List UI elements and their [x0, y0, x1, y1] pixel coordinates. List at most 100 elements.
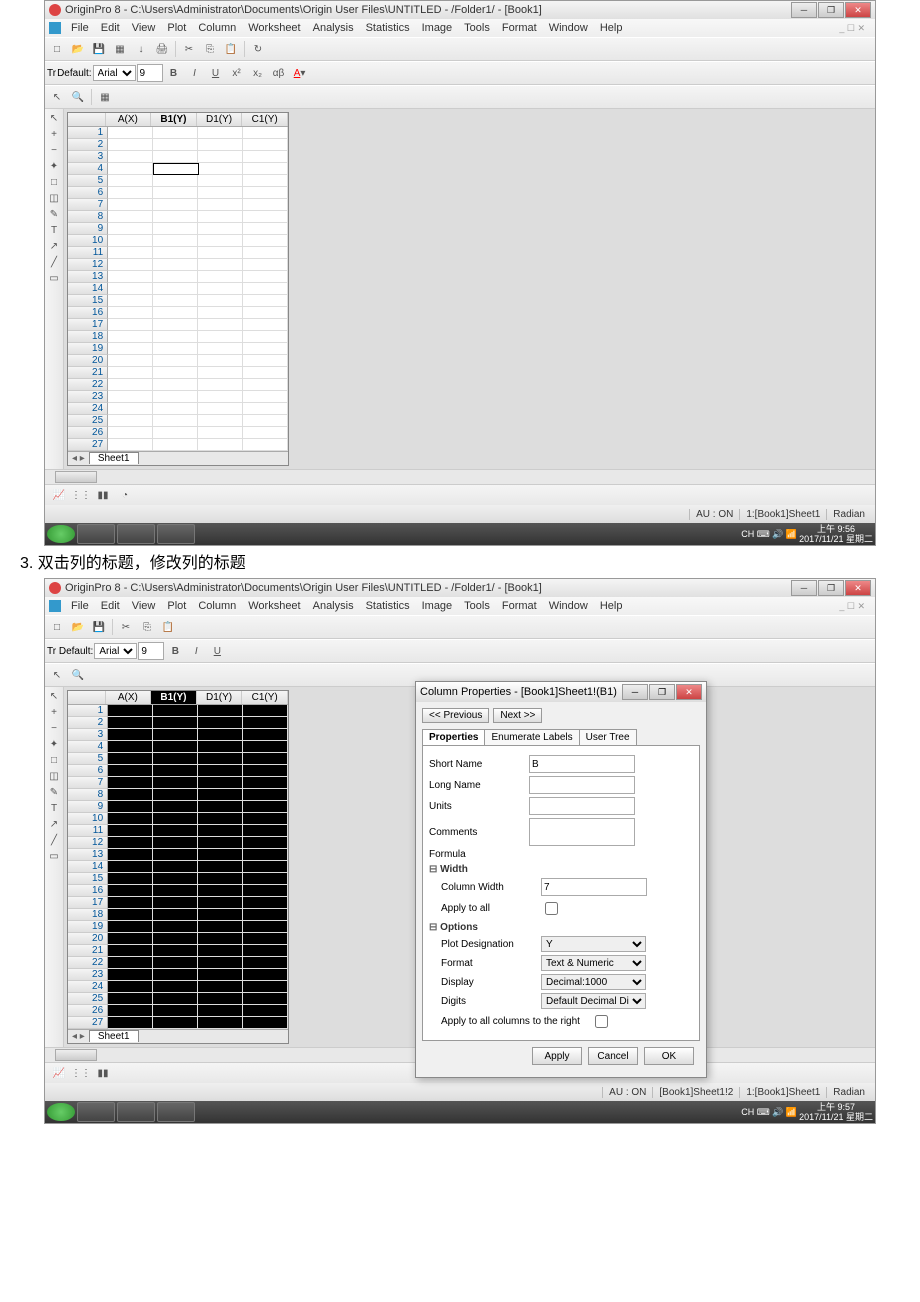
table-row[interactable]: 25	[68, 415, 288, 427]
menu-edit[interactable]: Edit	[95, 600, 126, 612]
bar-icon[interactable]: ▮▮	[93, 485, 113, 505]
maximize-button[interactable]: ❐	[818, 2, 844, 18]
table-row[interactable]: 10	[68, 235, 288, 247]
table-row[interactable]: 25	[68, 993, 288, 1005]
close-button[interactable]: ✕	[845, 580, 871, 596]
menu-statistics[interactable]: Statistics	[360, 22, 416, 34]
scatter-icon[interactable]: ⋮⋮	[71, 1063, 91, 1083]
tab-enumerate[interactable]: Enumerate Labels	[484, 729, 579, 745]
menu-view[interactable]: View	[126, 22, 162, 34]
table-row[interactable]: 27	[68, 1017, 288, 1029]
digits-select[interactable]: Default Decimal Digits	[541, 993, 646, 1009]
bold-icon[interactable]: B	[165, 641, 185, 661]
rect-icon[interactable]: ▭	[47, 271, 61, 285]
table-row[interactable]: 1	[68, 705, 288, 717]
clock[interactable]: 上午 9:572017/11/21 星期二	[799, 1102, 873, 1122]
menu-format[interactable]: Format	[496, 22, 543, 34]
table-row[interactable]: 26	[68, 1005, 288, 1017]
applyright-checkbox[interactable]	[595, 1015, 608, 1028]
pie-icon[interactable]: ◔	[115, 485, 135, 505]
zoomin-icon[interactable]: +	[47, 127, 61, 141]
table-row[interactable]: 12	[68, 837, 288, 849]
table-row[interactable]: 24	[68, 981, 288, 993]
task-word[interactable]	[117, 524, 155, 544]
table-row[interactable]: 18	[68, 331, 288, 343]
menu-statistics[interactable]: Statistics	[360, 600, 416, 612]
menu-image[interactable]: Image	[416, 600, 459, 612]
font-family-select[interactable]: Arial	[94, 643, 137, 659]
menu-tools[interactable]: Tools	[458, 22, 496, 34]
text-icon[interactable]: T	[47, 801, 61, 815]
table-row[interactable]: 19	[68, 921, 288, 933]
menu-analysis[interactable]: Analysis	[307, 600, 360, 612]
copy-icon[interactable]: ⎘	[137, 617, 157, 637]
line-plot-icon[interactable]: 📈	[49, 1063, 69, 1083]
mask-icon[interactable]: ◫	[47, 191, 61, 205]
menu-analysis[interactable]: Analysis	[307, 22, 360, 34]
table-row[interactable]: 9	[68, 801, 288, 813]
task-ie[interactable]	[77, 1102, 115, 1122]
import-icon[interactable]: ↓	[131, 39, 151, 59]
zoom-icon[interactable]: 🔍	[68, 87, 88, 107]
col-header-c[interactable]: C1(Y)	[242, 113, 288, 126]
format-select[interactable]: Text & Numeric	[541, 955, 646, 971]
maximize-button[interactable]: ❐	[818, 580, 844, 596]
font-family-select[interactable]: Arial	[93, 65, 136, 81]
arrow-icon[interactable]: ↖	[47, 87, 67, 107]
mask-icon[interactable]: ◫	[47, 769, 61, 783]
minimize-button[interactable]: ─	[791, 580, 817, 596]
table-row[interactable]: 5	[68, 753, 288, 765]
sheet-nav[interactable]: ◂ ▸	[68, 1031, 89, 1042]
short-name-input[interactable]	[529, 755, 635, 773]
table-row[interactable]: 15	[68, 295, 288, 307]
open-icon[interactable]: 📂	[68, 39, 88, 59]
underline-icon[interactable]: U	[207, 641, 227, 661]
underline-icon[interactable]: U	[206, 63, 226, 83]
table-row[interactable]: 11	[68, 825, 288, 837]
menu-column[interactable]: Column	[192, 600, 242, 612]
prev-button[interactable]: << Previous	[422, 708, 489, 723]
table-row[interactable]: 10	[68, 813, 288, 825]
pointer-icon[interactable]: ↖	[47, 111, 61, 125]
table-row[interactable]: 3	[68, 151, 288, 163]
start-button[interactable]	[47, 525, 75, 543]
rect-icon[interactable]: ▭	[47, 849, 61, 863]
font-size-input[interactable]	[137, 64, 163, 82]
task-origin[interactable]	[157, 1102, 195, 1122]
table-row[interactable]: 2	[68, 139, 288, 151]
menu-worksheet[interactable]: Worksheet	[242, 22, 306, 34]
zoom-icon[interactable]: 🔍	[68, 665, 88, 685]
open-icon[interactable]: 📂	[68, 617, 88, 637]
menu-worksheet[interactable]: Worksheet	[242, 600, 306, 612]
comments-input[interactable]	[529, 818, 635, 846]
reader-icon[interactable]: ✦	[47, 159, 61, 173]
table-row[interactable]: 13	[68, 849, 288, 861]
table-row[interactable]: 16	[68, 307, 288, 319]
table-row[interactable]: 6	[68, 765, 288, 777]
table-row[interactable]: 26	[68, 427, 288, 439]
save-icon[interactable]: 💾	[89, 617, 109, 637]
col-header-c[interactable]: C1(Y)	[242, 691, 288, 704]
menu-help[interactable]: Help	[594, 600, 629, 612]
table-row[interactable]: 18	[68, 909, 288, 921]
table-row[interactable]: 19	[68, 343, 288, 355]
zoomin-icon[interactable]: +	[47, 705, 61, 719]
reader-icon[interactable]: ✦	[47, 737, 61, 751]
close-button[interactable]: ✕	[845, 2, 871, 18]
arrow-tool-icon[interactable]: ↗	[47, 817, 61, 831]
cut-icon[interactable]: ✂	[116, 617, 136, 637]
table-row[interactable]: 17	[68, 319, 288, 331]
menu-view[interactable]: View	[126, 600, 162, 612]
table-row[interactable]: 5	[68, 175, 288, 187]
clock[interactable]: 上午 9:562017/11/21 星期二	[799, 524, 873, 544]
col-header-d[interactable]: D1(Y)	[197, 691, 243, 704]
table-row[interactable]: 8	[68, 211, 288, 223]
next-button[interactable]: Next >>	[493, 708, 542, 723]
colwidth-input[interactable]	[541, 878, 647, 896]
corner-cell[interactable]	[68, 691, 106, 704]
menu-file[interactable]: File	[65, 600, 95, 612]
long-name-input[interactable]	[529, 776, 635, 794]
task-ie[interactable]	[77, 524, 115, 544]
menu-column[interactable]: Column	[192, 22, 242, 34]
system-tray[interactable]: CH ⌨ 🔊 📶	[741, 1107, 797, 1118]
